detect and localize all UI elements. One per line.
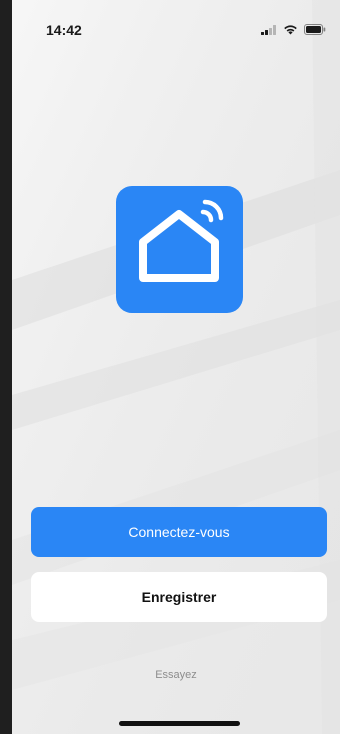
status-icons xyxy=(261,24,326,35)
status-bar: 14:42 xyxy=(12,0,340,56)
wifi-icon xyxy=(284,25,297,35)
try-link[interactable]: Essayez xyxy=(12,669,340,681)
phone-screen: 14:42 Connectez-vous Enregistrer Essayez xyxy=(12,0,340,734)
background-shadows xyxy=(12,0,340,734)
cellular-signal-icon xyxy=(261,24,276,35)
smart-home-icon xyxy=(139,199,224,282)
app-logo xyxy=(116,186,243,313)
battery-icon xyxy=(304,24,326,35)
home-indicator[interactable] xyxy=(119,721,240,726)
login-button[interactable]: Connectez-vous xyxy=(31,507,327,557)
register-button[interactable]: Enregistrer xyxy=(31,572,327,622)
status-time: 14:42 xyxy=(46,22,82,38)
